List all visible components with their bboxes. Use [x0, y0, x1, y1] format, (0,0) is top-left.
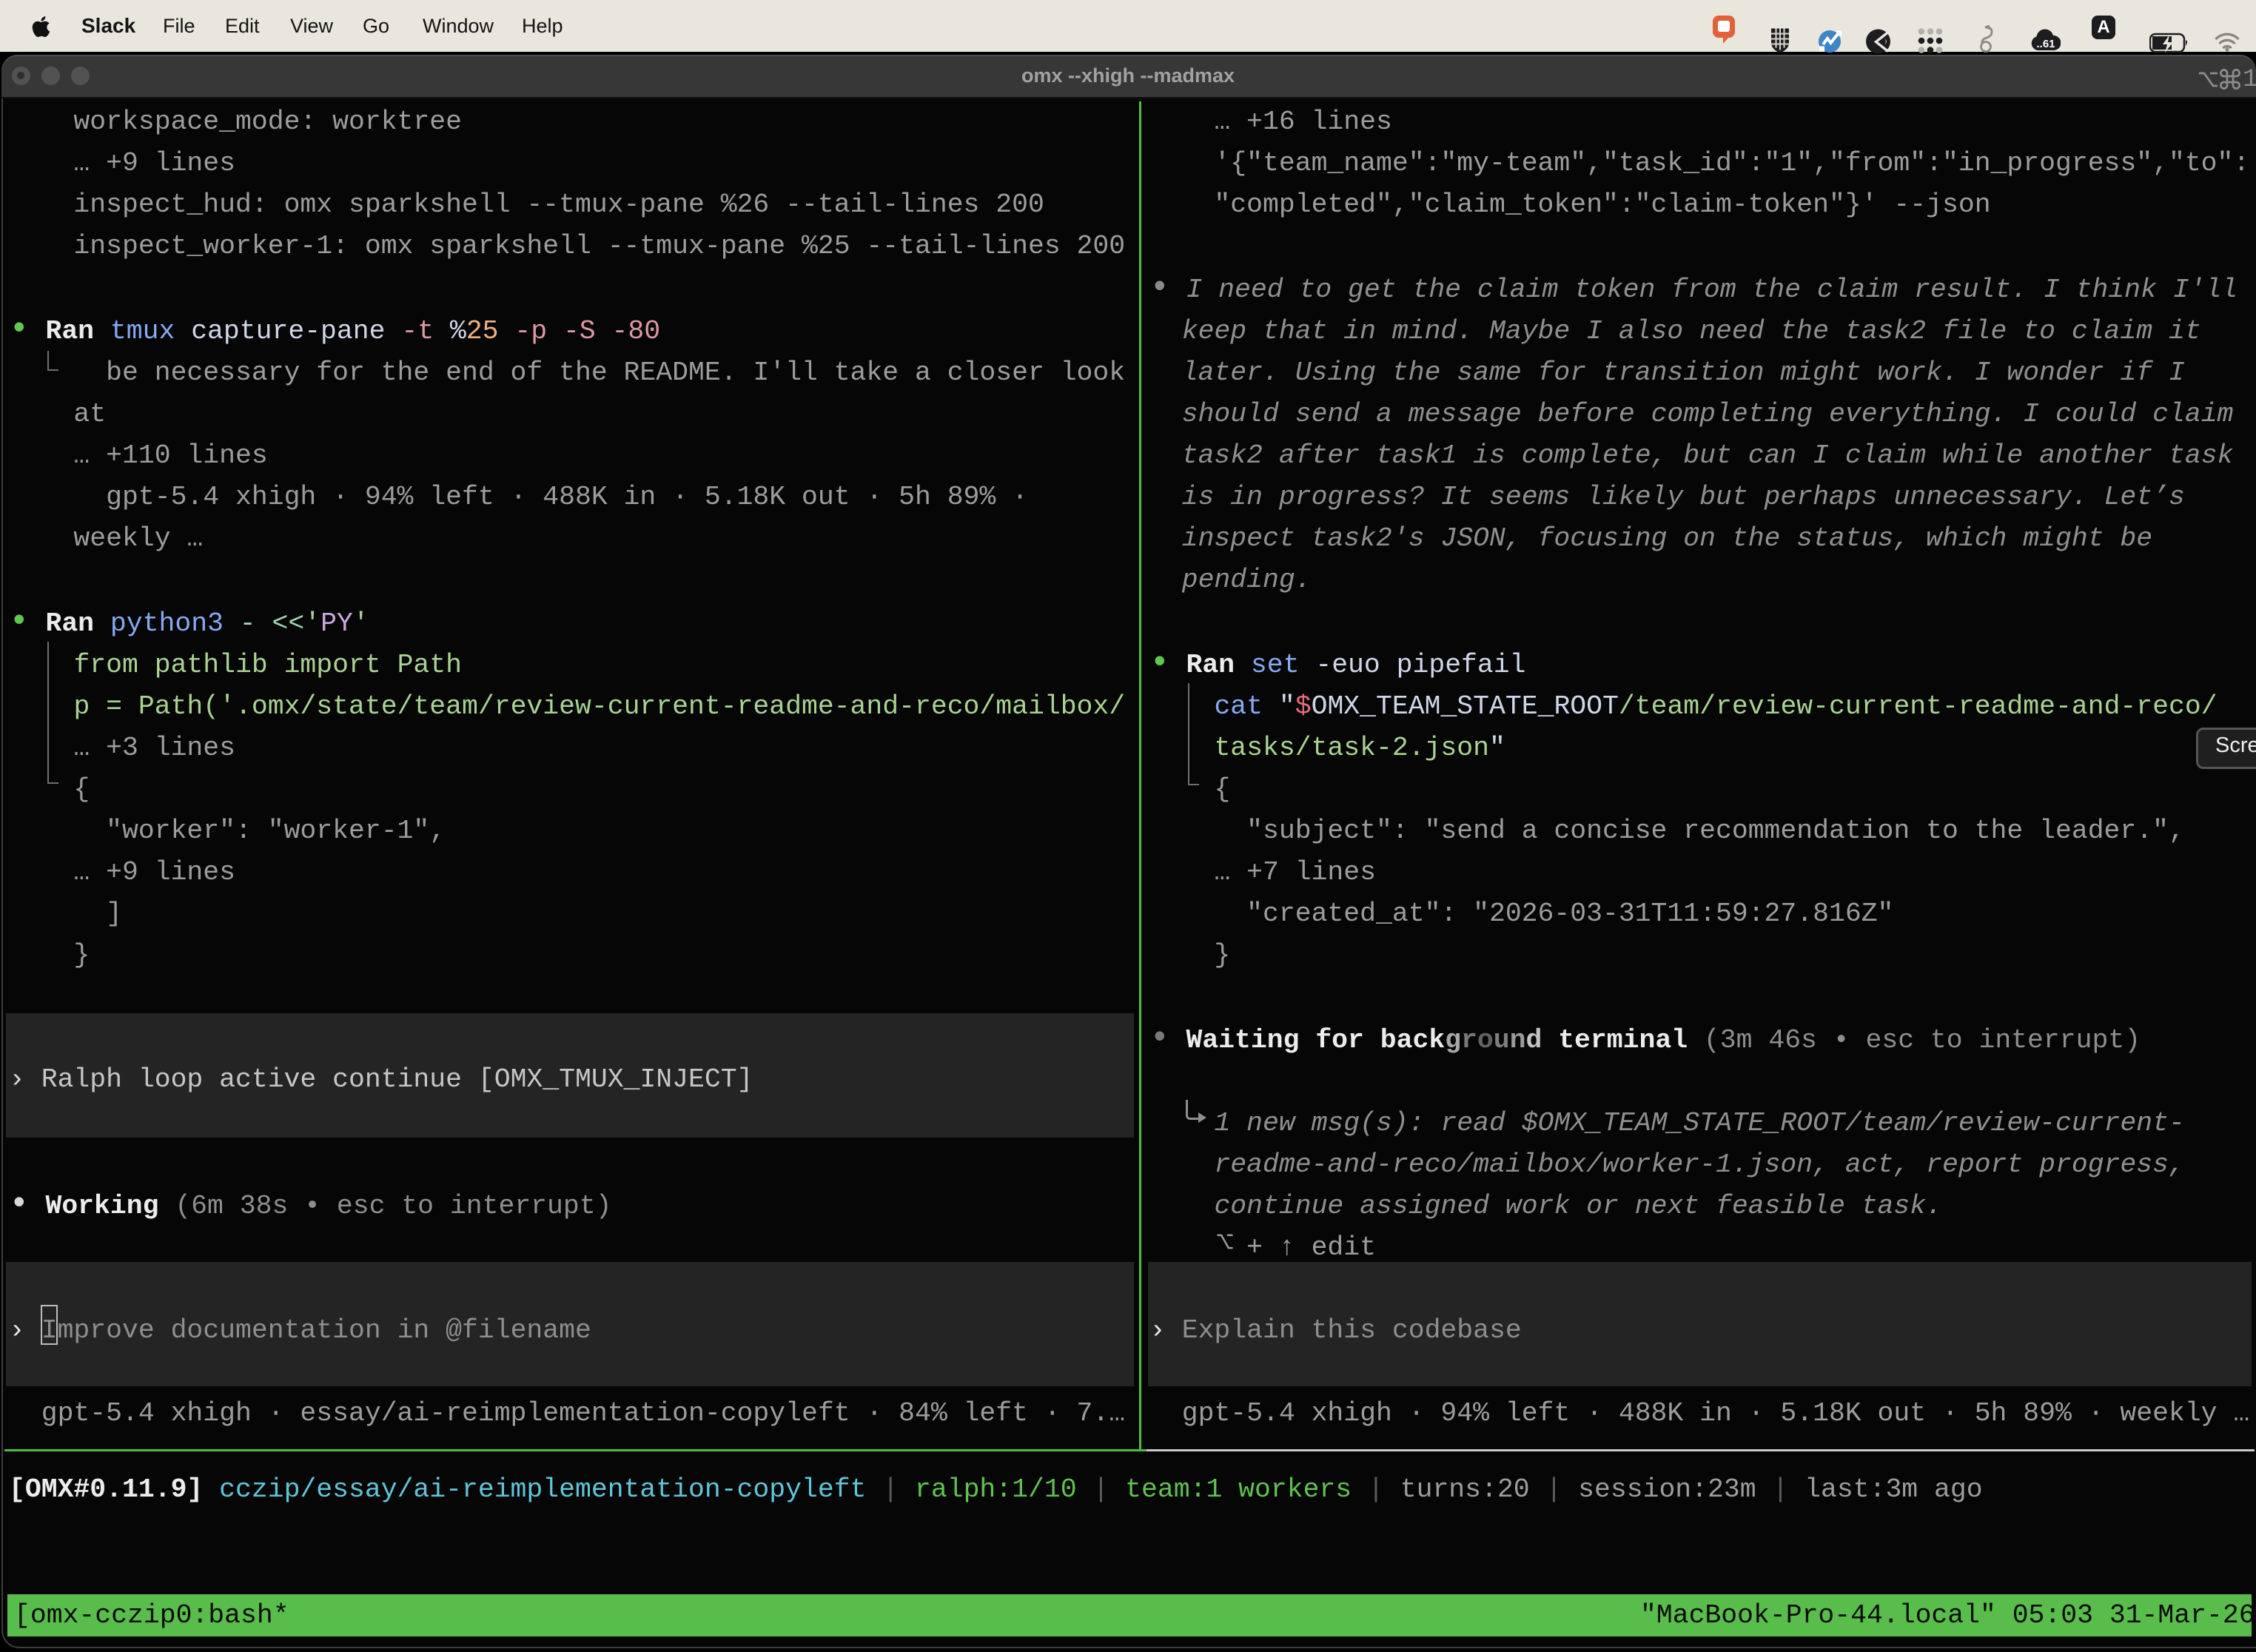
svg-text:..61: ..61 — [2036, 38, 2055, 50]
